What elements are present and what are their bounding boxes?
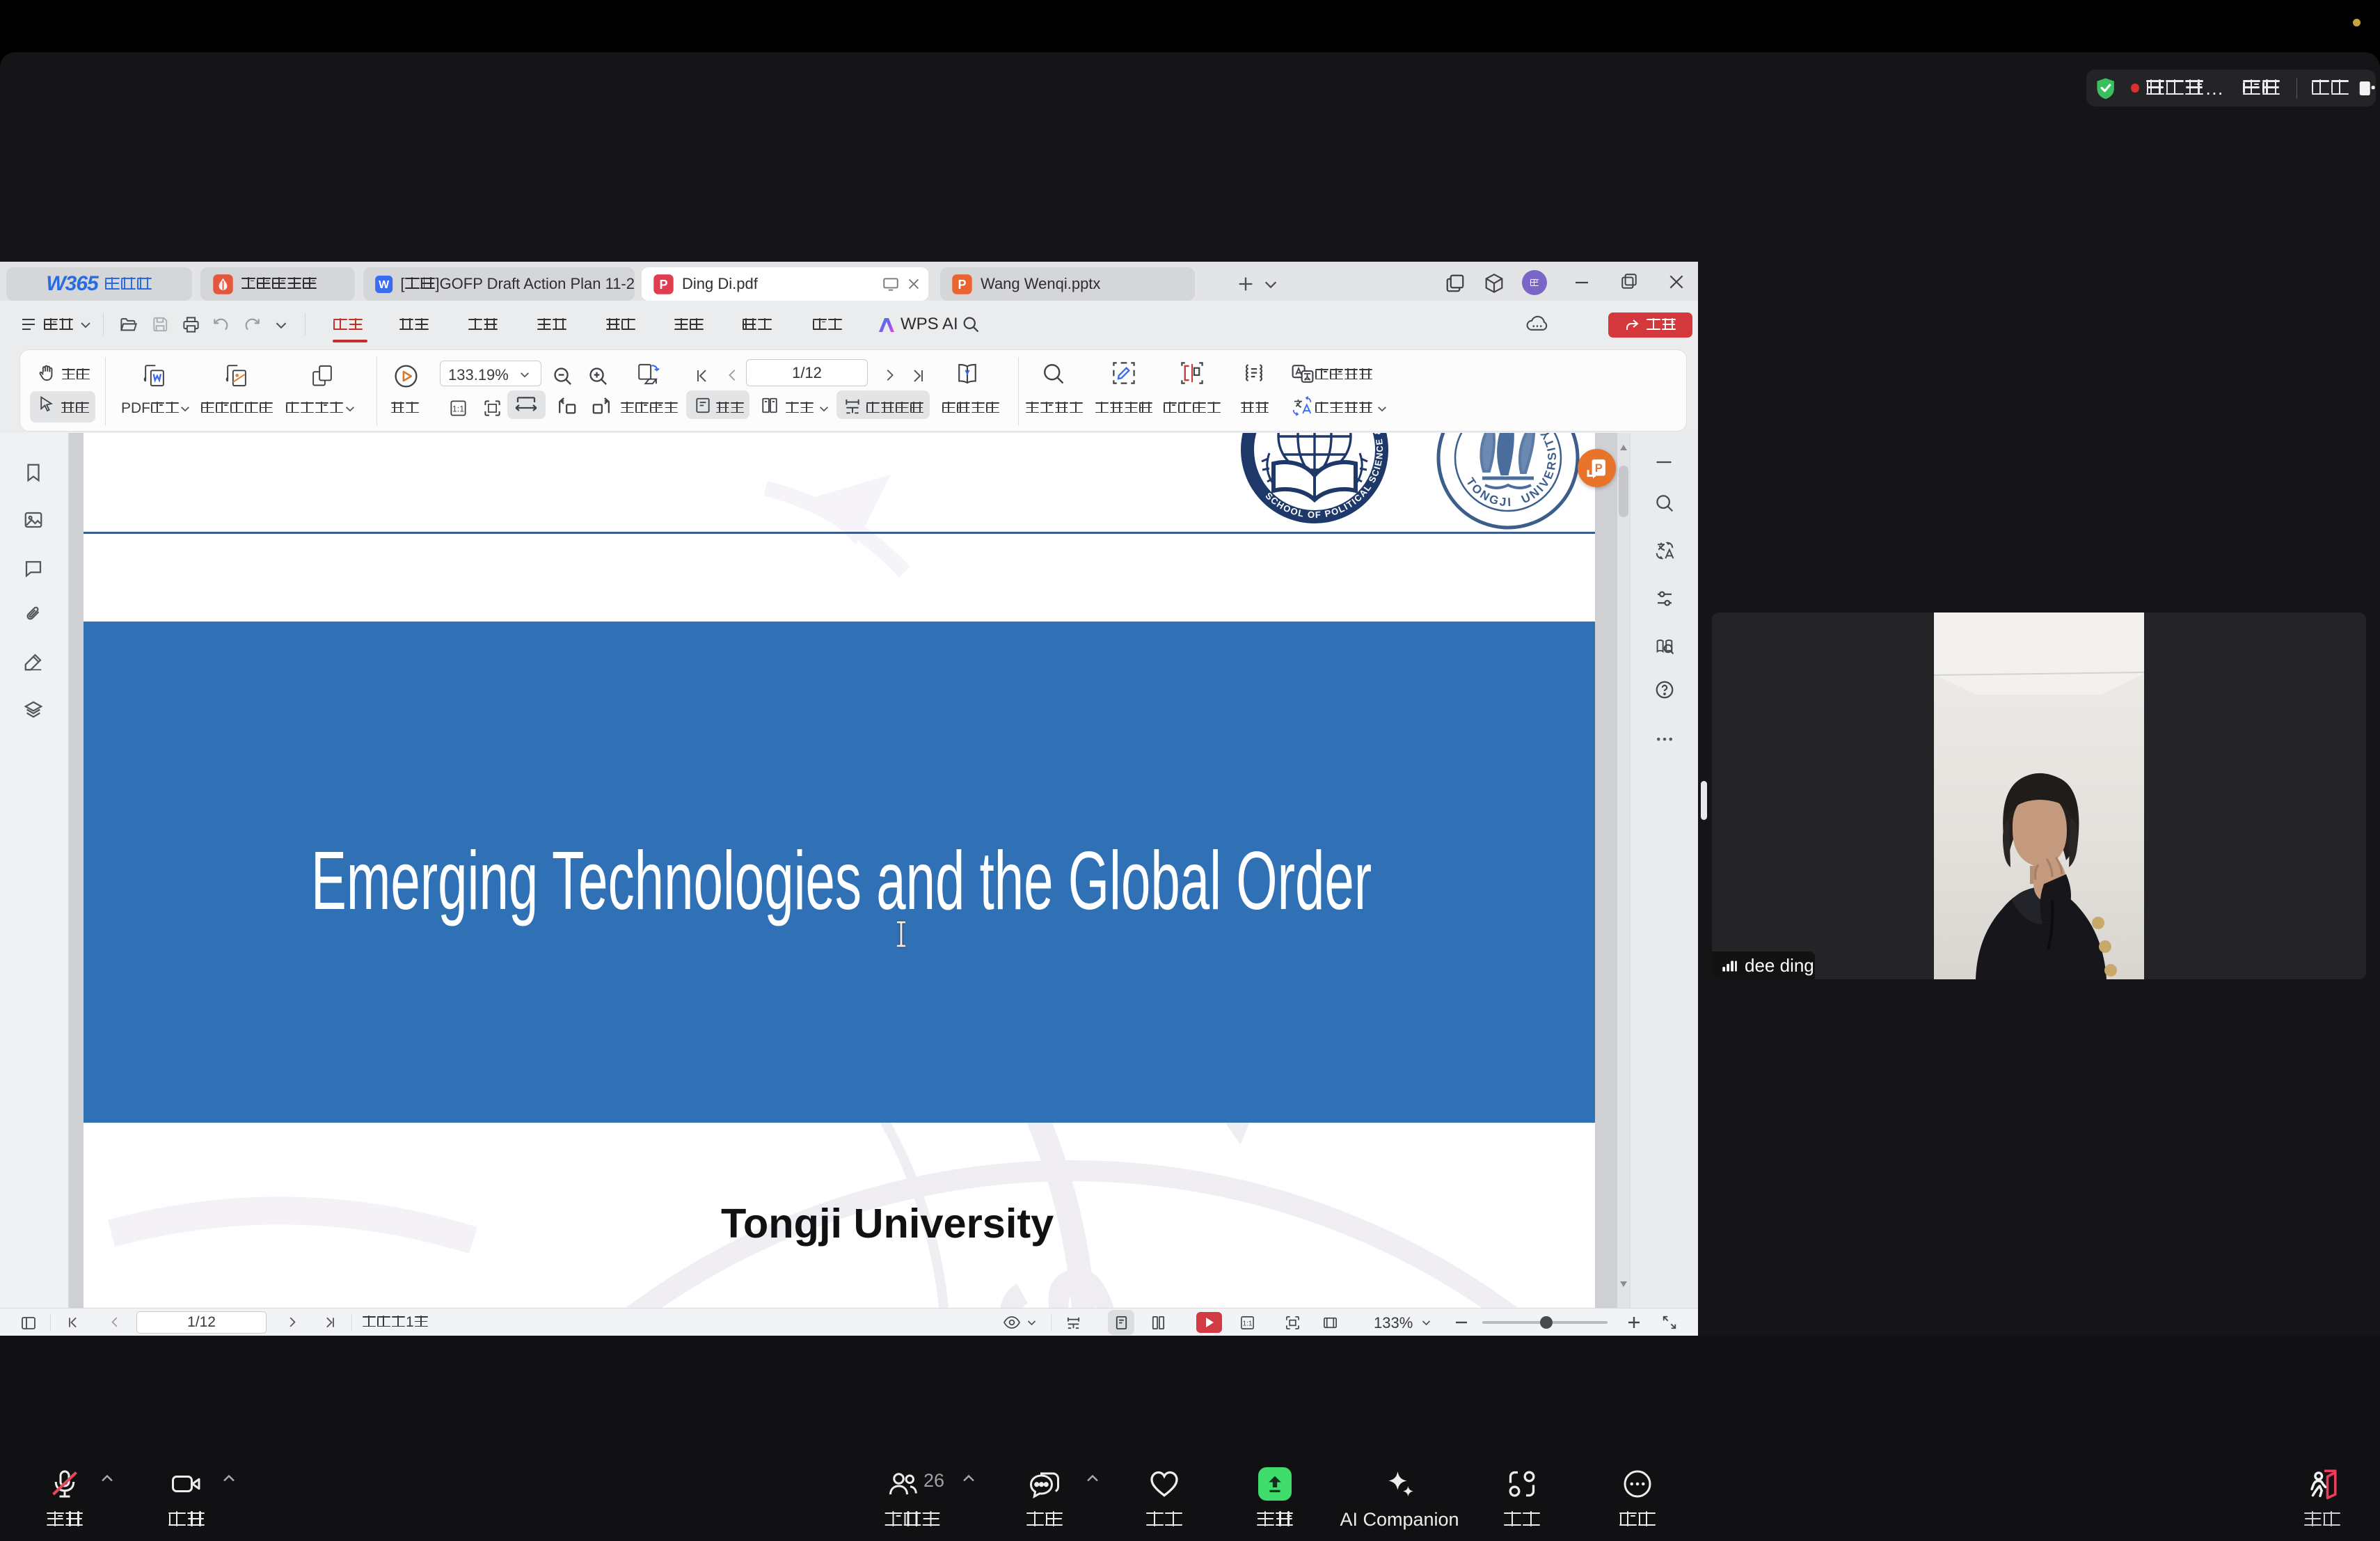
svg-text:W: W <box>379 279 390 291</box>
svg-text:P: P <box>1595 462 1603 475</box>
svg-text:S: S <box>956 1240 1161 1308</box>
svg-text:P: P <box>659 277 667 291</box>
svg-text:1:1: 1:1 <box>452 404 464 414</box>
svg-text:1:1: 1:1 <box>1243 1320 1253 1327</box>
svg-text:P: P <box>958 277 966 291</box>
